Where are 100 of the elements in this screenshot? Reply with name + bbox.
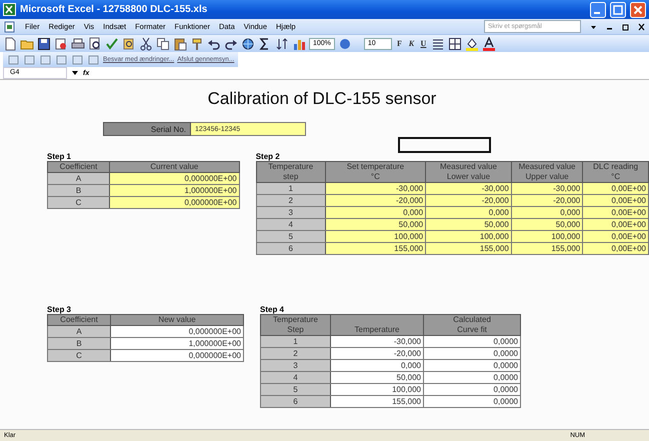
table-cell: B — [48, 338, 110, 350]
section-heading: Step 2 — [256, 152, 281, 161]
table-cell: 50,000 — [330, 372, 424, 384]
bold-button[interactable]: F — [394, 39, 404, 48]
column-header: Set temperature °C — [325, 162, 426, 182]
close-icon[interactable] — [638, 22, 645, 30]
table-cell: 0,000000E+00 — [110, 172, 240, 184]
table-cell: 2 — [256, 194, 326, 206]
table-cell: 50,000 — [325, 218, 426, 230]
table-cell: 5 — [256, 230, 326, 242]
section-heading: Step 4 — [260, 305, 286, 314]
table-cell: 6 — [260, 396, 330, 408]
table-cell: -30,000 — [511, 182, 583, 194]
table-cell: 155,000 — [325, 242, 426, 254]
column-header: Coefficient — [48, 162, 110, 172]
print-preview-icon[interactable] — [88, 36, 102, 50]
spelling-icon[interactable] — [105, 36, 119, 50]
table-cell: 0,00E+00 — [582, 194, 648, 206]
table-cell: 1,000000E+00 — [110, 184, 240, 196]
font-color-icon[interactable] — [482, 36, 496, 50]
table-cell: B — [48, 184, 110, 196]
table-cell: 0,00E+00 — [582, 230, 648, 242]
print-icon[interactable] — [71, 36, 85, 50]
table-cell: 50,000 — [426, 218, 512, 230]
table-cell: 100,000 — [426, 230, 512, 242]
table-cell: 0,0000 — [424, 396, 520, 408]
table-cell: 5 — [260, 384, 330, 396]
window-title: Microsoft Excel - 12758800 DLC-155.xls — [20, 4, 208, 15]
section-heading: Step 1 — [47, 152, 72, 161]
table-cell: 1 — [260, 336, 330, 348]
table-cell: 0,00E+00 — [582, 242, 648, 254]
table-cell: 155,000 — [330, 396, 424, 408]
table-cell: 0,0000 — [424, 384, 520, 396]
table-cell: 0,000000E+00 — [110, 326, 244, 338]
column-header: Calculated Curve fit — [424, 314, 520, 336]
table-cell: 100,000 — [511, 230, 583, 242]
table-cell: 0,000 — [330, 360, 424, 372]
table-cell: C — [48, 350, 110, 362]
table-cell: 0,00E+00 — [582, 206, 648, 218]
table-cell: 4 — [260, 372, 330, 384]
table-cell: 1 — [256, 182, 326, 194]
table-cell: -30,000 — [325, 182, 426, 194]
table-cell: 3 — [256, 206, 326, 218]
save-icon[interactable] — [37, 36, 51, 50]
selected-cell[interactable] — [398, 137, 491, 153]
close-button[interactable] — [630, 2, 646, 18]
document-icon[interactable] — [4, 20, 16, 32]
table-cell: 155,000 — [511, 242, 583, 254]
sheet-title: Calibration of DLC-155 sensor — [206, 88, 438, 110]
table-cell: 6 — [256, 242, 326, 254]
table-cell: 4 — [256, 218, 326, 230]
borders-icon[interactable] — [448, 36, 462, 50]
table-cell: A — [48, 326, 110, 338]
hyperlink-icon[interactable] — [241, 36, 255, 50]
column-header: Measured value Upper value — [511, 162, 583, 182]
table-cell: 100,000 — [325, 230, 426, 242]
column-header: Temperature — [330, 314, 424, 336]
table-cell: 2 — [260, 348, 330, 360]
copy-icon[interactable] — [156, 36, 170, 50]
dropdown-caret-icon[interactable] — [71, 69, 79, 77]
align-icon[interactable] — [430, 36, 445, 50]
table-cell: -30,000 — [330, 336, 424, 348]
table-cell: 0,0000 — [424, 336, 520, 348]
table-cell: 50,000 — [511, 218, 583, 230]
maximize-button[interactable] — [610, 2, 626, 18]
table-cell: 0,000000E+00 — [110, 196, 240, 208]
minimize-button[interactable] — [590, 2, 606, 18]
column-header: Temperature step — [256, 162, 326, 182]
table-cell: 155,000 — [426, 242, 512, 254]
table-cell: C — [48, 196, 110, 208]
table-cell: 0,0000 — [424, 348, 520, 360]
restore-icon[interactable] — [622, 22, 629, 30]
table-cell: 0,00E+00 — [582, 218, 648, 230]
table-cell: 0,000 — [325, 206, 426, 218]
table-cell: 0,00E+00 — [582, 182, 648, 194]
column-header: Measured value Lower value — [426, 162, 512, 182]
underline-button[interactable]: U — [418, 39, 428, 48]
paste-icon[interactable] — [173, 36, 187, 50]
table-cell: 0,000 — [511, 206, 583, 218]
table-cell: -30,000 — [426, 182, 512, 194]
spreadsheet-app-icon[interactable] — [3, 3, 16, 16]
serial-label: Serial No. — [103, 122, 191, 136]
table-cell: 0,000 — [426, 206, 512, 218]
fill-color-icon[interactable] — [464, 36, 479, 50]
italic-button[interactable]: K — [406, 39, 416, 48]
table-cell: -20,000 — [325, 194, 426, 206]
column-header: Coefficient — [48, 314, 110, 326]
section-heading: Step 3 — [47, 305, 72, 314]
format-painter-icon[interactable] — [190, 36, 204, 50]
table-cell: -20,000 — [330, 348, 424, 360]
table-cell: 1,000000E+00 — [110, 338, 244, 350]
cut-icon[interactable] — [139, 36, 153, 50]
table-cell: 0,0000 — [424, 372, 520, 384]
table-cell: 3 — [260, 360, 330, 372]
table-cell: -20,000 — [426, 194, 512, 206]
column-header: DLC reading °C — [582, 162, 648, 182]
sort-icon[interactable] — [275, 36, 289, 50]
table-cell: A — [48, 172, 110, 184]
table-cell: 0,0000 — [424, 360, 520, 372]
table-cell: -20,000 — [511, 194, 583, 206]
